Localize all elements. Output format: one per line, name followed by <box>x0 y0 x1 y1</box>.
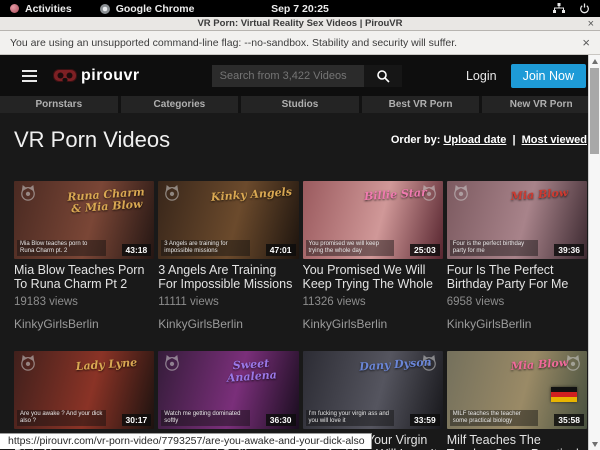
window-titlebar[interactable]: VR Porn: Virtual Reality Sex Videos | Pi… <box>0 17 600 31</box>
order-most-viewed-link[interactable]: Most viewed <box>522 134 587 146</box>
thumbnail-caption: MILF teaches the teacher some practical … <box>450 410 539 426</box>
video-duration-badge: 47:01 <box>266 244 296 256</box>
thumbnail-caption: You promised we will keep trying the who… <box>306 240 395 256</box>
activities-button[interactable]: Activities <box>25 3 72 15</box>
order-separator: | <box>512 134 515 146</box>
focused-app-menu[interactable]: Google Chrome <box>116 3 195 15</box>
scrollbar-thumb[interactable] <box>590 68 599 154</box>
vr-headset-icon <box>53 69 77 82</box>
thumbnail-overlay-title: Dany Dyson <box>351 356 439 374</box>
thumbnail-overlay-title: Kinky Angels <box>207 186 295 204</box>
page-title: VR Porn Videos <box>14 127 170 153</box>
video-title-link[interactable]: You Promised We Will Keep Trying The Who… <box>303 264 443 291</box>
nav-item-best-vr-porn[interactable]: Best VR Porn <box>362 96 480 113</box>
thumbnail-caption: Mia Blow teaches porn to Runa Charm pt. … <box>17 240 106 256</box>
video-views: 11326 views <box>303 296 443 308</box>
studio-watermark-cat-icon <box>163 355 181 371</box>
search-input[interactable] <box>212 65 364 87</box>
scroll-up-arrow-icon[interactable] <box>589 55 600 67</box>
thumbnail-overlay-title: Mia Blow <box>496 186 584 204</box>
video-title-link[interactable]: Mia Blow Teaches Porn To Runa Charm Pt 2 <box>14 264 154 291</box>
video-views: 11111 views <box>158 296 298 308</box>
power-icon[interactable] <box>579 3 590 14</box>
video-studio-link[interactable]: KinkyGirlsBerlin <box>303 317 443 331</box>
video-title-link[interactable]: Milf Teaches The Teacher Some Practical … <box>447 434 587 450</box>
system-top-bar: Activities Google Chrome Sep 7 20:25 <box>0 0 600 17</box>
german-flag-icon <box>551 387 577 402</box>
logo-text: pirouvr <box>81 67 140 85</box>
page-content: VR Porn Videos Order by: Upload date | M… <box>0 127 600 450</box>
video-card[interactable]: Mia Blow MILF teaches the teacher some p… <box>447 351 587 450</box>
video-duration-badge: 36:30 <box>266 414 296 426</box>
login-link[interactable]: Login <box>466 69 497 83</box>
thumbnail-overlay-title: Mia Blow <box>496 356 584 374</box>
notice-close-icon[interactable]: × <box>582 35 590 50</box>
studio-watermark-cat-icon <box>19 185 37 201</box>
video-views: 6958 views <box>447 296 587 308</box>
nav-item-categories[interactable]: Categories <box>121 96 239 113</box>
nav-item-pornstars[interactable]: Pornstars <box>0 96 118 113</box>
thumbnail-overlay-title: Sweet Analena <box>207 356 295 386</box>
join-now-button[interactable]: Join Now <box>511 64 586 88</box>
studio-watermark-cat-icon <box>19 355 37 371</box>
nav-item-new-vr-porn[interactable]: New VR Porn <box>482 96 600 113</box>
video-studio-link[interactable]: KinkyGirlsBerlin <box>447 317 587 331</box>
video-duration-badge: 25:03 <box>410 244 440 256</box>
nav-item-studios[interactable]: Studios <box>241 96 359 113</box>
video-studio-link[interactable]: KinkyGirlsBerlin <box>14 317 154 331</box>
thumbnail-caption: 3 Angels are training for impossible mis… <box>161 240 250 256</box>
studio-watermark-cat-icon <box>163 185 181 201</box>
chrome-icon <box>100 4 110 14</box>
menu-icon[interactable] <box>22 70 37 82</box>
video-thumbnail[interactable]: Runa Charm & Mia Blow Mia Blow teaches p… <box>14 181 154 259</box>
video-card[interactable]: Runa Charm & Mia Blow Mia Blow teaches p… <box>14 181 154 331</box>
order-by-label: Order by: <box>391 134 441 146</box>
video-views: 19183 views <box>14 296 154 308</box>
thumbnail-overlay-title: Billie Star <box>351 186 439 204</box>
window-close-icon[interactable]: × <box>588 19 594 29</box>
order-by: Order by: Upload date | Most viewed <box>391 134 587 146</box>
main-nav: PornstarsCategoriesStudiosBest VR PornNe… <box>0 96 600 113</box>
screen: Activities Google Chrome Sep 7 20:25 VR … <box>0 0 600 450</box>
browser-notice-bar: You are using an unsupported command-lin… <box>0 31 600 55</box>
thumbnail-overlay-title: Lady Lyne <box>63 356 151 374</box>
video-duration-badge: 30:17 <box>122 414 152 426</box>
vertical-scrollbar[interactable] <box>588 55 600 450</box>
notice-text: You are using an unsupported command-lin… <box>10 37 457 49</box>
video-studio-link[interactable]: KinkyGirlsBerlin <box>158 317 298 331</box>
thumbnail-caption: Watch me getting dominated softly <box>161 410 250 426</box>
video-duration-badge: 43:18 <box>122 244 152 256</box>
search-icon <box>376 69 390 83</box>
thumbnail-caption: Four is the perfect birthday party for m… <box>450 240 539 256</box>
studio-watermark-cat-icon <box>452 185 470 201</box>
thumbnail-overlay-title: Runa Charm & Mia Blow <box>63 186 151 216</box>
order-upload-date-link[interactable]: Upload date <box>443 134 506 146</box>
window-title: VR Porn: Virtual Reality Sex Videos | Pi… <box>0 18 600 29</box>
site-logo[interactable]: pirouvr <box>53 67 140 85</box>
video-card[interactable]: Mia Blow Four is the perfect birthday pa… <box>447 181 587 331</box>
video-duration-badge: 39:36 <box>554 244 584 256</box>
video-thumbnail[interactable]: Lady Lyne Are you awake ? And your dick … <box>14 351 154 429</box>
video-thumbnail[interactable]: Billie Star You promised we will keep tr… <box>303 181 443 259</box>
video-thumbnail[interactable]: Mia Blow Four is the perfect birthday pa… <box>447 181 587 259</box>
site-header: pirouvr Login Join Now <box>0 55 600 96</box>
video-title-link[interactable]: Four Is The Perfect Birthday Party For M… <box>447 264 587 291</box>
video-duration-badge: 35:58 <box>554 414 584 426</box>
status-url-tooltip: https://pirouvr.com/vr-porn-video/779325… <box>0 433 372 449</box>
network-icon[interactable] <box>553 3 565 14</box>
thumbnail-caption: I'm fucking your virgin ass and you will… <box>306 410 395 426</box>
video-thumbnail[interactable]: Kinky Angels 3 Angels are training for i… <box>158 181 298 259</box>
video-card[interactable]: Billie Star You promised we will keep tr… <box>303 181 443 331</box>
distro-icon <box>10 4 19 13</box>
video-thumbnail[interactable]: Sweet Analena Watch me getting dominated… <box>158 351 298 429</box>
video-card[interactable]: Kinky Angels 3 Angels are training for i… <box>158 181 298 331</box>
thumbnail-caption: Are you awake ? And your dick also ? <box>17 410 106 426</box>
scroll-down-arrow-icon[interactable] <box>589 438 600 450</box>
video-title-link[interactable]: 3 Angels Are Training For Impossible Mis… <box>158 264 298 291</box>
video-thumbnail[interactable]: Mia Blow MILF teaches the teacher some p… <box>447 351 587 429</box>
video-thumbnail[interactable]: Dany Dyson I'm fucking your virgin ass a… <box>303 351 443 429</box>
video-duration-badge: 33:59 <box>410 414 440 426</box>
video-grid: Runa Charm & Mia Blow Mia Blow teaches p… <box>14 181 587 450</box>
search-button[interactable] <box>364 65 402 87</box>
